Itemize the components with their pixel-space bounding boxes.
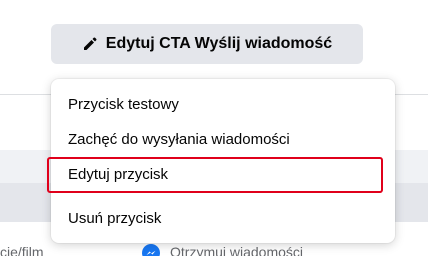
menu-item-delete-button[interactable]: Usuń przycisk — [51, 201, 395, 235]
highlight-box — [47, 157, 383, 193]
messenger-icon — [142, 244, 160, 256]
menu-item-label: Zachęć do wysyłania wiadomości — [68, 130, 290, 148]
menu-item-label: Przycisk testowy — [68, 95, 179, 113]
edit-cta-button[interactable]: Edytuj CTA Wyślij wiadomość — [51, 24, 363, 64]
menu-item-test-button[interactable]: Przycisk testowy — [51, 87, 395, 121]
edit-cta-label: Edytuj CTA Wyślij wiadomość — [105, 35, 333, 52]
media-type-label: cie/film — [0, 244, 44, 256]
receive-messages-label: Otrzymuj wiadomości — [170, 244, 304, 256]
menu-item-encourage-messaging[interactable]: Zachęć do wysyłania wiadomości — [51, 122, 395, 156]
menu-item-label: Usuń przycisk — [68, 209, 162, 227]
pencil-icon — [83, 37, 97, 50]
